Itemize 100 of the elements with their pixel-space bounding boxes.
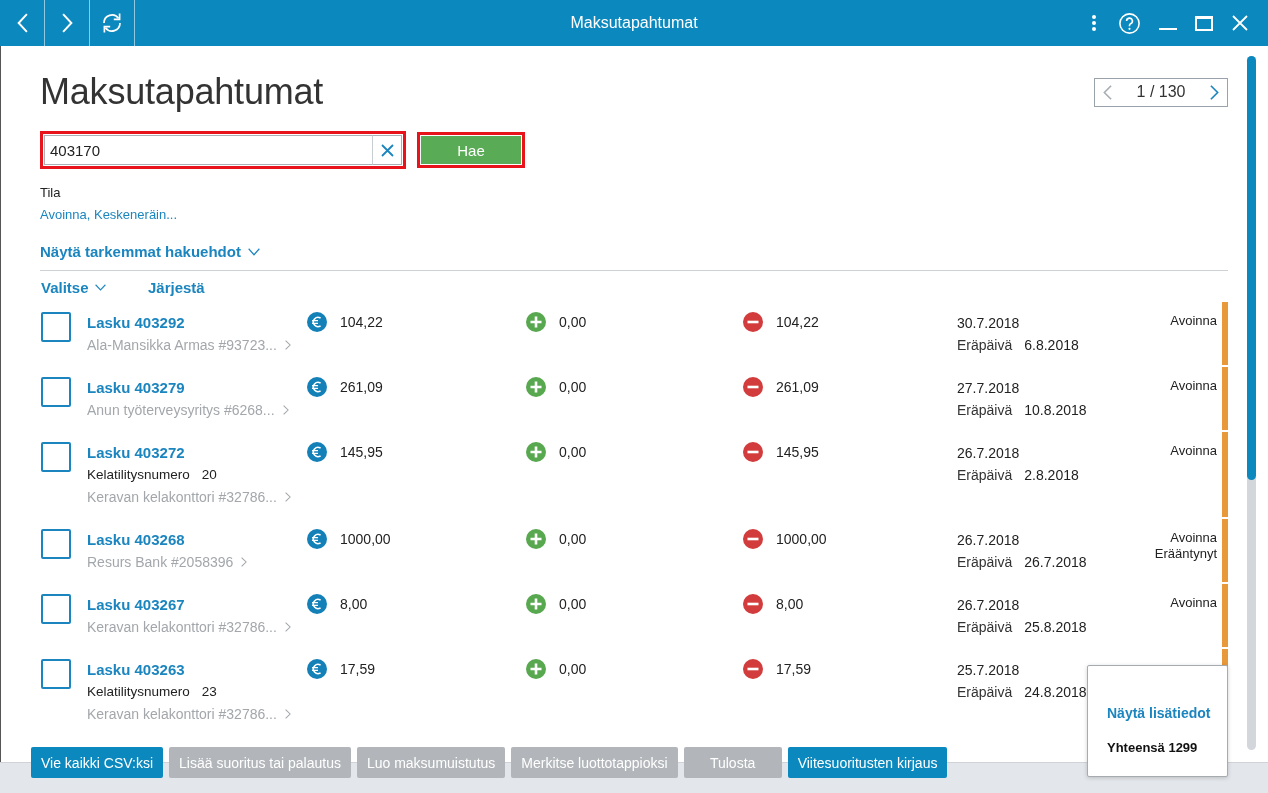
invoice-link[interactable]: Lasku 403292 bbox=[87, 314, 185, 331]
due-date-label: Eräpäivä bbox=[957, 554, 1013, 570]
minus-icon bbox=[743, 312, 763, 332]
advanced-search-toggle[interactable]: Näytä tarkemmat hakuehdot bbox=[40, 243, 260, 261]
reference-label: Kelatilitysnumero bbox=[87, 684, 190, 699]
invoice-date: 26.7.2018 bbox=[957, 532, 1020, 548]
filter-label: Tila bbox=[40, 185, 61, 200]
due-date-label: Eräpäivä bbox=[957, 684, 1013, 700]
payer-link[interactable]: Ala-Mansikka Armas #93723... bbox=[87, 334, 291, 356]
due-date-label: Eräpäivä bbox=[957, 402, 1013, 418]
payer-link[interactable]: Keravan kelakonttori #32786... bbox=[87, 486, 291, 508]
status-text: Avoinna bbox=[1169, 313, 1217, 329]
payer-link[interactable]: Anun työterveysyritys #6268... bbox=[87, 399, 289, 421]
euro-icon bbox=[307, 312, 327, 332]
chevron-right-icon bbox=[284, 622, 291, 632]
invoice-date: 27.7.2018 bbox=[957, 380, 1020, 396]
minus-icon bbox=[743, 594, 763, 614]
chevron-down-icon bbox=[247, 248, 260, 256]
invoice-date: 26.7.2018 bbox=[957, 445, 1020, 461]
paid-amount-text: 0,00 bbox=[559, 443, 587, 462]
chevron-right-icon bbox=[284, 709, 291, 719]
status-text: Avoinna bbox=[1169, 530, 1217, 546]
action-button[interactable]: Vie kaikki CSV:ksi bbox=[31, 747, 164, 778]
minus-icon bbox=[743, 377, 763, 397]
due-date: 24.8.2018 bbox=[1024, 684, 1087, 700]
reference-value: 20 bbox=[201, 467, 217, 482]
chevron-left-icon bbox=[16, 13, 28, 33]
paid-amount-text: 0,00 bbox=[559, 530, 587, 549]
details-link[interactable]: Näytä lisätiedot bbox=[1107, 704, 1211, 722]
chevron-right-icon bbox=[284, 340, 291, 350]
select-menu-button[interactable]: Valitse bbox=[40, 278, 147, 296]
page-title: Maksutapahtumat bbox=[40, 70, 324, 114]
checkbox[interactable] bbox=[41, 529, 71, 559]
chevron-right-icon bbox=[61, 13, 73, 33]
due-date: 6.8.2018 bbox=[1024, 337, 1079, 353]
invoice-link[interactable]: Lasku 403272 bbox=[87, 444, 185, 461]
clear-icon bbox=[380, 143, 394, 157]
reference-value: 23 bbox=[201, 684, 217, 699]
due-date: 10.8.2018 bbox=[1024, 402, 1087, 418]
clear-button[interactable] bbox=[372, 135, 402, 165]
minus-icon bbox=[743, 659, 763, 679]
invoice-date: 25.7.2018 bbox=[957, 662, 1020, 678]
due-date-label: Eräpäivä bbox=[957, 619, 1013, 635]
refresh-icon bbox=[101, 12, 123, 34]
help-icon[interactable] bbox=[1119, 12, 1140, 34]
plus-icon bbox=[526, 442, 546, 462]
payer-link[interactable]: Keravan kelakonttori #32786... bbox=[87, 616, 291, 638]
filter-value-link[interactable]: Avoinna, Keskeneräin... bbox=[40, 207, 178, 223]
invoice-date: 30.7.2018 bbox=[957, 315, 1020, 331]
scrollbar-track[interactable] bbox=[1247, 56, 1256, 750]
amount-text: 261,09 bbox=[340, 378, 383, 397]
plus-icon bbox=[526, 659, 546, 679]
invoice-link[interactable]: Lasku 403263 bbox=[87, 661, 185, 678]
window-title: Maksutapahtumat bbox=[570, 14, 698, 32]
plus-icon bbox=[526, 312, 546, 332]
checkbox[interactable] bbox=[41, 659, 71, 689]
remaining-amount-text: 145,95 bbox=[776, 443, 819, 462]
invoice-link[interactable]: Lasku 403279 bbox=[87, 379, 185, 396]
chevron-down-icon bbox=[94, 283, 106, 291]
search-button[interactable]: Hae bbox=[421, 136, 521, 164]
maximize-icon[interactable] bbox=[1195, 15, 1213, 31]
checkbox[interactable] bbox=[41, 312, 71, 342]
minus-icon bbox=[743, 529, 763, 549]
status-text: Avoinna bbox=[1169, 378, 1217, 394]
action-button[interactable]: Viitesuoritusten kirjaus bbox=[787, 747, 948, 778]
checkbox[interactable] bbox=[41, 442, 71, 472]
more-icon[interactable] bbox=[1092, 15, 1096, 31]
chevron-right-icon bbox=[284, 492, 291, 502]
remaining-amount-text: 1000,00 bbox=[776, 530, 827, 549]
amount-text: 104,22 bbox=[340, 313, 383, 332]
plus-icon bbox=[526, 529, 546, 549]
invoice-date: 26.7.2018 bbox=[957, 597, 1020, 613]
page-counter: 1 / 130 bbox=[1136, 83, 1186, 101]
reference-label: Kelatilitysnumero bbox=[87, 467, 190, 482]
euro-icon bbox=[307, 529, 327, 549]
checkbox[interactable] bbox=[41, 377, 71, 407]
due-date-label: Eräpäivä bbox=[957, 467, 1013, 483]
search-field[interactable]: 403170 bbox=[44, 135, 372, 165]
status-text: Avoinna bbox=[1169, 443, 1217, 459]
amount-text: 145,95 bbox=[340, 443, 383, 462]
checkbox[interactable] bbox=[41, 594, 71, 624]
chevron-right-icon bbox=[1210, 84, 1219, 100]
plus-icon bbox=[526, 594, 546, 614]
chevron-right-icon bbox=[282, 405, 289, 415]
sort-button[interactable]: Järjestä bbox=[147, 278, 205, 296]
invoice-link[interactable]: Lasku 403267 bbox=[87, 596, 185, 613]
close-icon[interactable] bbox=[1232, 15, 1248, 31]
euro-icon bbox=[307, 442, 327, 462]
plus-icon bbox=[526, 377, 546, 397]
payer-link[interactable]: Resurs Bank #2058396 bbox=[87, 551, 248, 573]
amount-text: 17,59 bbox=[340, 660, 376, 679]
total-text: Yhteensä 1299 bbox=[1107, 739, 1199, 757]
euro-icon bbox=[307, 659, 327, 679]
remaining-amount-text: 8,00 bbox=[776, 595, 804, 614]
remaining-amount-text: 261,09 bbox=[776, 378, 819, 397]
invoice-link[interactable]: Lasku 403268 bbox=[87, 531, 185, 548]
payer-link[interactable]: Keravan kelakonttori #32786... bbox=[87, 703, 291, 725]
scrollbar-thumb[interactable] bbox=[1247, 56, 1256, 480]
paid-amount-text: 0,00 bbox=[559, 660, 587, 679]
due-date: 2.8.2018 bbox=[1024, 467, 1079, 483]
